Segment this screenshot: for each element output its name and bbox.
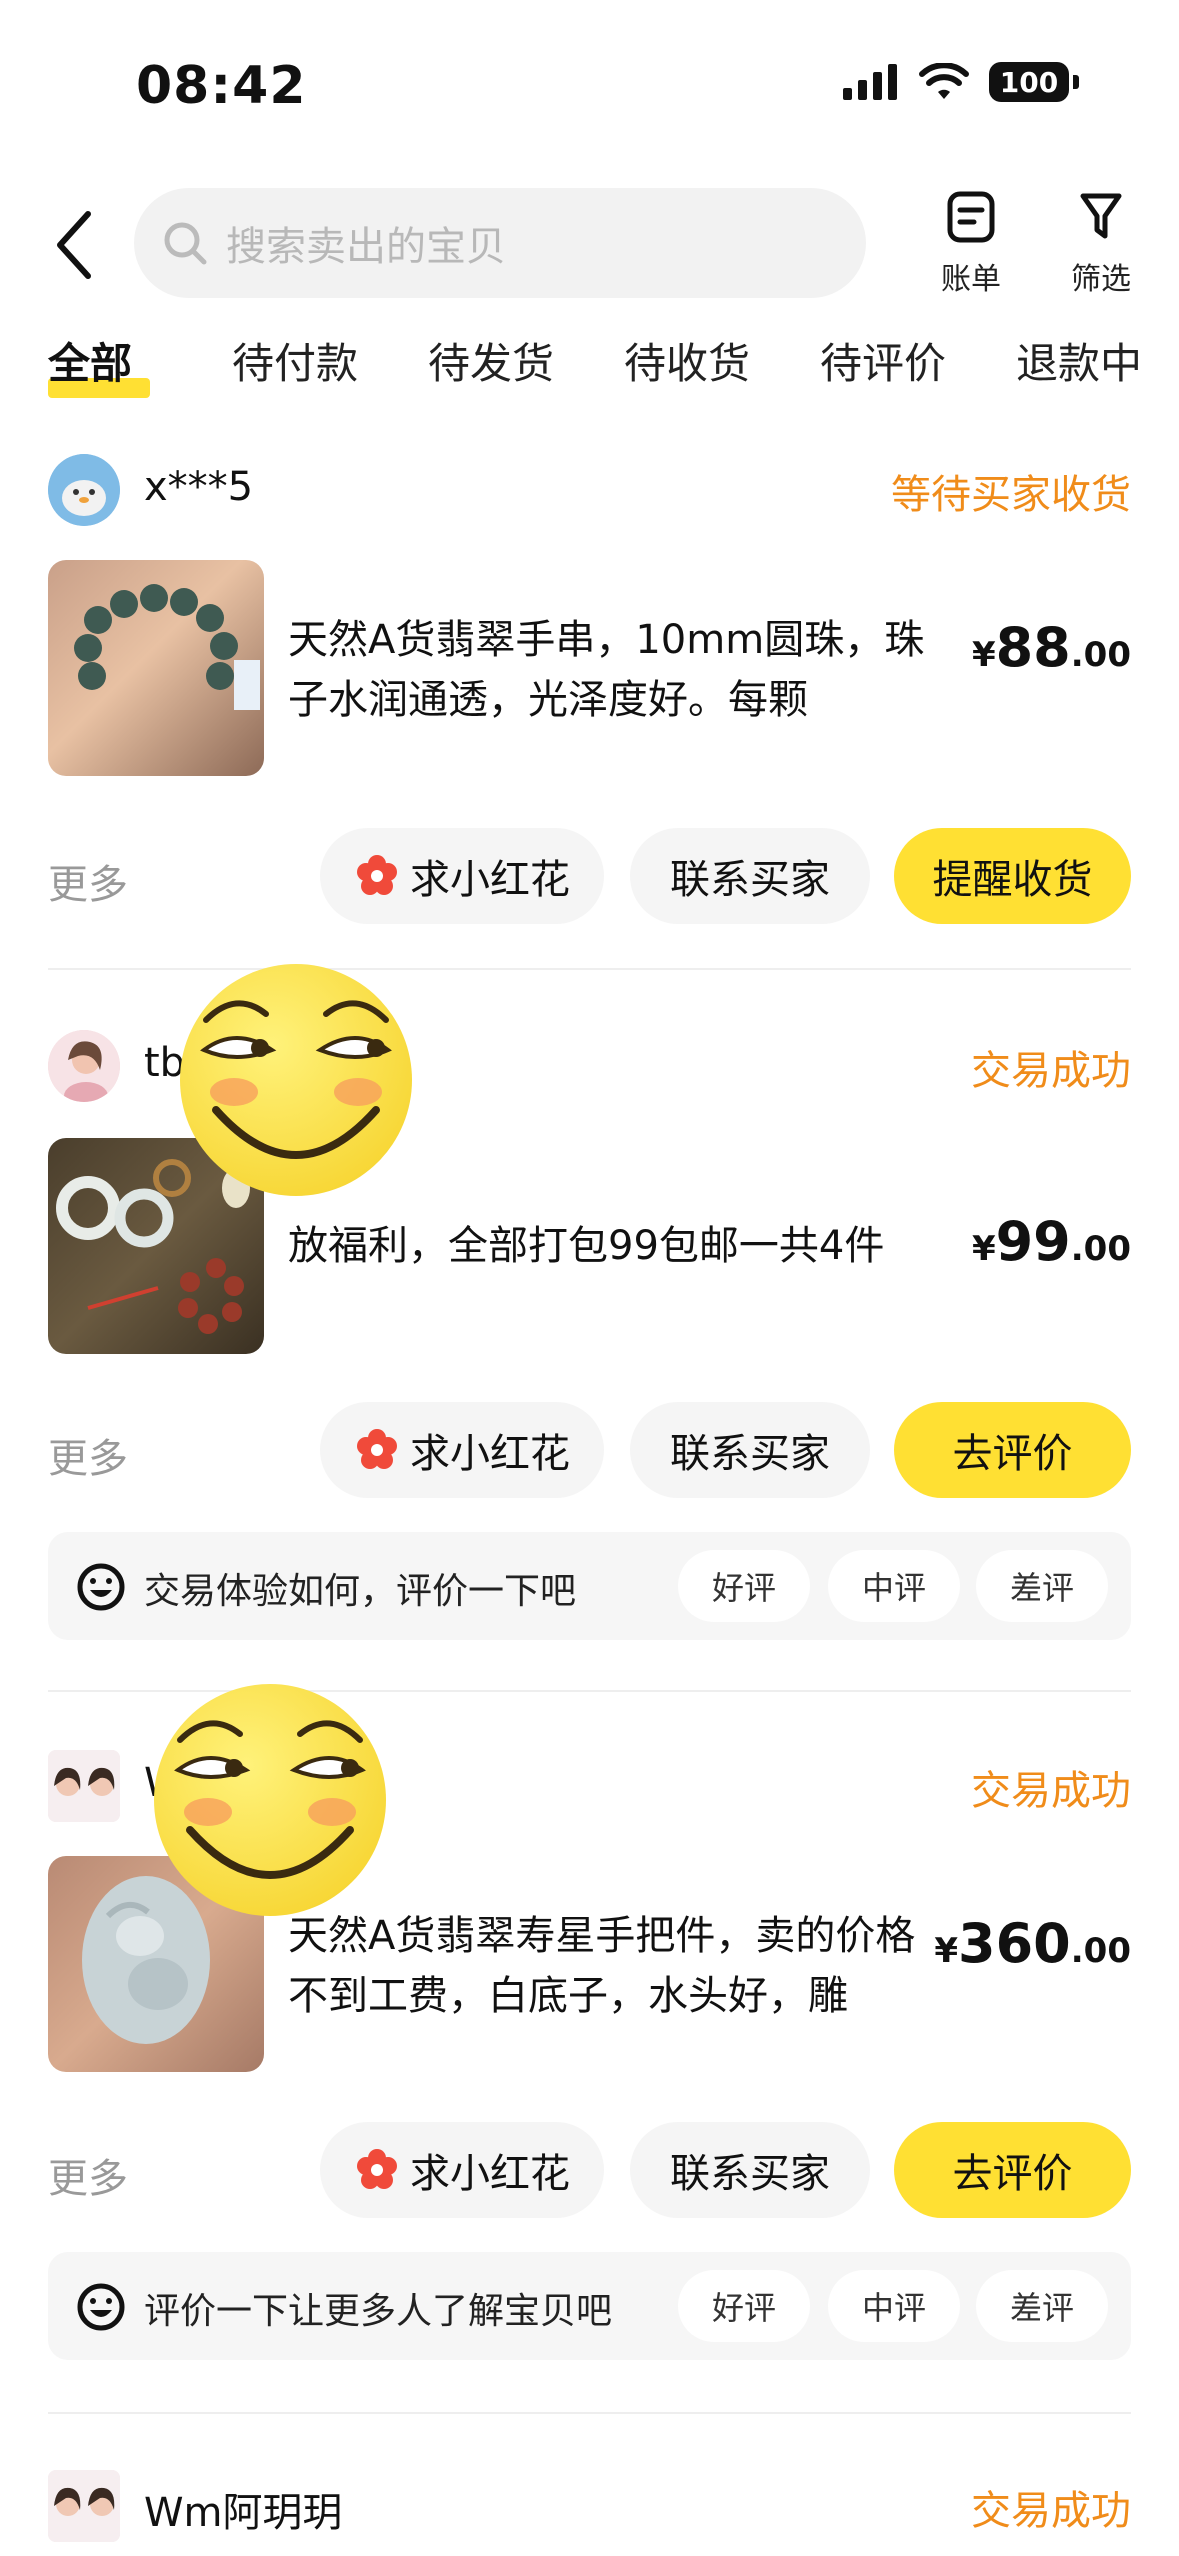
filter-label: 筛选	[1071, 262, 1131, 297]
search-icon	[164, 222, 207, 265]
tab-all[interactable]: 全部	[48, 330, 132, 391]
bad-rating-button[interactable]: 差评	[976, 2270, 1108, 2342]
tab-pending-shipment[interactable]: 待发货	[428, 330, 554, 391]
status-icons: 100	[843, 62, 1079, 102]
product-price: ¥360.00	[934, 1912, 1131, 1975]
wifi-icon	[919, 63, 969, 99]
avatar[interactable]	[48, 2470, 120, 2542]
more-button[interactable]: 更多	[48, 852, 128, 910]
battery-indicator: 100	[989, 62, 1069, 102]
order-status: 交易成功	[971, 1768, 1131, 1814]
product-image[interactable]	[48, 560, 264, 776]
flower-icon	[357, 2149, 397, 2189]
order-status: 交易成功	[971, 1048, 1131, 1094]
product-title[interactable]: 天然A货翡翠手串，10mm圆珠，珠子水润通透，光泽度好。每颗	[288, 610, 948, 730]
smile-face-icon	[77, 2283, 125, 2331]
neutral-rating-button[interactable]: 中评	[828, 2270, 960, 2342]
flower-icon	[357, 1429, 397, 1469]
product-price: ¥88.00	[971, 616, 1131, 679]
review-button[interactable]: 去评价	[894, 2122, 1131, 2218]
smirk-emoji-sticker	[180, 964, 412, 1196]
rating-prompt-text: 评价一下让更多人了解宝贝吧	[144, 2291, 613, 2332]
buyer-name[interactable]: x***5	[144, 464, 253, 510]
divider	[48, 2412, 1131, 2414]
contact-buyer-button[interactable]: 联系买家	[630, 828, 870, 924]
bill-button[interactable]: 账单	[916, 190, 1026, 298]
order-status: 交易成功	[971, 2488, 1131, 2534]
rating-prompt-box: 评价一下让更多人了解宝贝吧 好评 中评 差评	[48, 2252, 1131, 2360]
smirk-emoji-sticker	[154, 1684, 386, 1916]
filter-button[interactable]: 筛选	[1046, 190, 1156, 298]
signal-icon	[843, 64, 897, 100]
tab-pending-receipt[interactable]: 待收货	[624, 330, 750, 391]
tab-refunding[interactable]: 退款中	[1016, 330, 1142, 391]
order-status: 等待买家收货	[891, 472, 1131, 518]
search-input[interactable]: 搜索卖出的宝贝	[134, 188, 866, 298]
product-title[interactable]: 天然A货翡翠寿星手把件，卖的价格不到工费，白底子，水头好，雕	[288, 1906, 948, 2026]
contact-buyer-button[interactable]: 联系买家	[630, 2122, 870, 2218]
tab-pending-review[interactable]: 待评价	[820, 330, 946, 391]
smile-face-icon	[77, 1563, 125, 1611]
contact-buyer-button[interactable]: 联系买家	[630, 1402, 870, 1498]
bad-rating-button[interactable]: 差评	[976, 1550, 1108, 1622]
order-tabs: 全部 待付款 待发货 待收货 待评价 退款中	[0, 330, 1179, 410]
good-rating-button[interactable]: 好评	[678, 2270, 810, 2342]
search-placeholder: 搜索卖出的宝贝	[226, 224, 506, 270]
status-time: 08:42	[136, 56, 307, 116]
buyer-name[interactable]: Wm阿玥玥	[144, 2480, 343, 2538]
avatar[interactable]	[48, 1750, 120, 1822]
back-icon[interactable]	[54, 210, 94, 280]
filter-icon	[1080, 193, 1122, 239]
rating-prompt-box: 交易体验如何，评价一下吧 好评 中评 差评	[48, 1532, 1131, 1640]
review-button[interactable]: 去评价	[894, 1402, 1131, 1498]
tab-pending-payment[interactable]: 待付款	[232, 330, 358, 391]
bill-icon	[947, 191, 995, 243]
more-button[interactable]: 更多	[48, 1426, 128, 1484]
ask-flower-button[interactable]: 求小红花	[320, 1402, 604, 1498]
remind-receipt-button[interactable]: 提醒收货	[894, 828, 1131, 924]
ask-flower-button[interactable]: 求小红花	[320, 828, 604, 924]
avatar[interactable]	[48, 454, 120, 526]
good-rating-button[interactable]: 好评	[678, 1550, 810, 1622]
neutral-rating-button[interactable]: 中评	[828, 1550, 960, 1622]
ask-flower-button[interactable]: 求小红花	[320, 2122, 604, 2218]
flower-icon	[357, 855, 397, 895]
avatar[interactable]	[48, 1030, 120, 1102]
more-button[interactable]: 更多	[48, 2146, 128, 2204]
product-title[interactable]: 放福利，全部打包99包邮一共4件	[288, 1216, 948, 1276]
bill-label: 账单	[941, 262, 1001, 297]
product-price: ¥99.00	[971, 1210, 1131, 1273]
rating-prompt-text: 交易体验如何，评价一下吧	[144, 1571, 577, 1612]
